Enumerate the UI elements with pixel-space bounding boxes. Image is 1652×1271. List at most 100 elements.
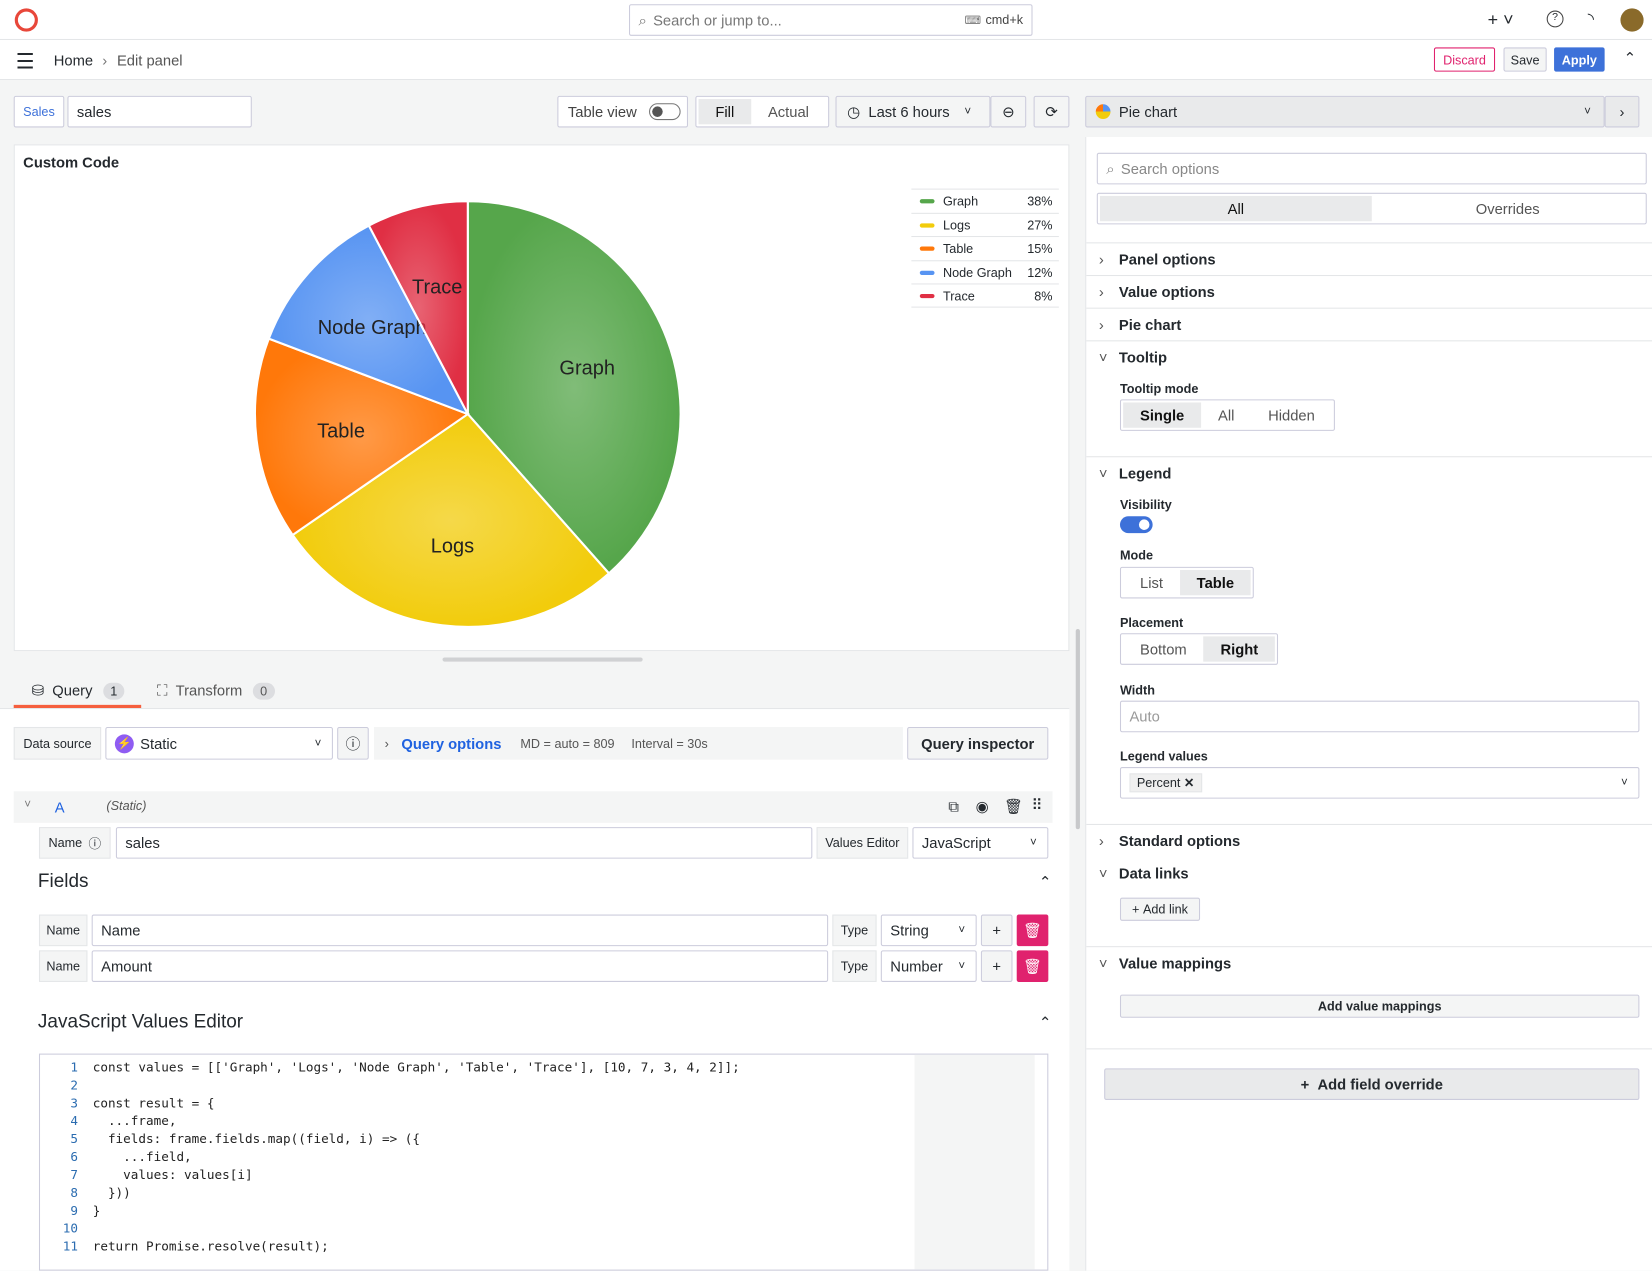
tooltip-mode-radio: Single All Hidden xyxy=(1119,399,1335,431)
add-field-override-button[interactable]: + Add field override xyxy=(1104,1068,1640,1100)
code-editor[interactable]: 1 const values = [['Graph', 'Logs', 'Node… xyxy=(38,1053,1049,1271)
tab-all[interactable]: All xyxy=(1099,195,1372,222)
discard-button[interactable]: Discard xyxy=(1433,47,1496,72)
legend-color-swatch xyxy=(919,246,935,251)
panel-name-input[interactable]: sales xyxy=(67,95,252,128)
resize-handle[interactable] xyxy=(442,657,643,662)
legend-item[interactable]: Logs 27% xyxy=(911,212,1059,236)
add-value-mappings-button[interactable]: Add value mappings xyxy=(1119,994,1640,1018)
section-tooltip[interactable]: ˅ Tooltip xyxy=(1086,340,1652,373)
delete-field-button[interactable]: 🗑 xyxy=(1016,950,1049,982)
legend-item[interactable]: Graph 38% xyxy=(911,188,1059,213)
code-line: ...field, xyxy=(92,1149,192,1165)
pie-chart: Graph Logs Table Node Graph Trace xyxy=(253,200,682,628)
line-number: 2 xyxy=(70,1077,78,1093)
datasource-help-button[interactable]: ⓘ xyxy=(337,726,369,760)
section-pie-chart[interactable]: › Pie chart xyxy=(1086,307,1652,341)
code-line: })) xyxy=(92,1185,131,1201)
zoom-out-button[interactable]: ⊖ xyxy=(990,95,1027,128)
legend-item[interactable]: Trace 8% xyxy=(911,283,1059,308)
apply-button[interactable]: Apply xyxy=(1554,47,1605,72)
fill-actual-switch: Fill Actual xyxy=(695,95,829,128)
section-legend[interactable]: ˅ Legend xyxy=(1086,456,1652,489)
query-options[interactable]: › Query options MD = auto = 809 Interval … xyxy=(374,726,903,760)
lightning-icon: ⚡ xyxy=(114,733,134,753)
field-type-select[interactable]: Number ˅ xyxy=(880,950,977,982)
collapse-fields-icon[interactable]: ⌃ xyxy=(1039,873,1051,891)
chevron-right-icon: › xyxy=(384,735,389,751)
collapse-icon[interactable]: ⌃ xyxy=(1624,50,1636,68)
add-field-button[interactable]: + xyxy=(980,950,1013,982)
legend-item[interactable]: Node Graph 12% xyxy=(911,259,1059,284)
values-editor-select[interactable]: JavaScript ˅ xyxy=(912,827,1049,859)
query-inspector-button[interactable]: Query inspector xyxy=(907,726,1049,760)
table-view-toggle[interactable]: Table view xyxy=(557,95,689,128)
field-name-label: Name xyxy=(38,950,88,982)
delete-field-button[interactable]: 🗑 xyxy=(1016,914,1049,947)
toggle-switch[interactable] xyxy=(649,103,682,121)
legend-color-swatch xyxy=(919,270,935,275)
avatar[interactable] xyxy=(1620,8,1644,32)
add-link-button[interactable]: + Add link xyxy=(1119,897,1201,921)
datasource-tag: Sales xyxy=(13,95,65,128)
duplicate-icon[interactable]: ⧉ xyxy=(948,798,959,816)
help-icon[interactable]: ? xyxy=(1546,10,1564,28)
scrollbar[interactable] xyxy=(1075,628,1080,830)
remove-tag-icon[interactable]: ✕ xyxy=(1184,775,1195,790)
tab-query[interactable]: ⛁ Query 1 xyxy=(13,674,142,709)
minimap[interactable] xyxy=(914,1054,1035,1270)
search-bar[interactable]: ⌕ Search or jump to... ⌨ cmd+k xyxy=(628,4,1033,36)
tab-overrides[interactable]: Overrides xyxy=(1372,196,1644,221)
collapse-js-icon[interactable]: ⌃ xyxy=(1039,1014,1051,1032)
save-button[interactable]: Save xyxy=(1503,47,1547,72)
field-name-input[interactable]: Amount xyxy=(91,950,829,982)
options-pane-toggle[interactable]: › xyxy=(1604,95,1640,128)
search-options-input[interactable]: ⌕ Search options xyxy=(1096,152,1647,185)
section-data-links[interactable]: ˅ Data links xyxy=(1086,858,1652,890)
grafana-logo[interactable] xyxy=(14,8,38,32)
line-number: 9 xyxy=(70,1203,78,1218)
chevron-down-icon: ˅ xyxy=(958,924,966,937)
query-name-input[interactable]: sales xyxy=(115,827,813,859)
news-icon[interactable]: ◝ xyxy=(1588,9,1594,29)
field-type-label: Type xyxy=(832,914,877,947)
drag-handle-icon[interactable]: ⠿ xyxy=(1031,797,1042,815)
pie-label: Node Graph xyxy=(318,317,427,339)
trash-icon[interactable]: 🗑 xyxy=(1004,798,1023,816)
section-value-options[interactable]: › Value options xyxy=(1086,274,1652,308)
query-datasource-hint: (Static) xyxy=(106,798,147,814)
add-icon[interactable]: + ˅ xyxy=(1488,9,1514,30)
legend-width-input[interactable]: Auto xyxy=(1119,700,1640,733)
field-name-input[interactable]: Name xyxy=(91,914,829,947)
legend-color-swatch xyxy=(919,199,935,204)
collapse-icon[interactable]: ˅ xyxy=(24,799,31,812)
section-standard-options[interactable]: › Standard options xyxy=(1086,823,1652,857)
menu-icon[interactable]: ☰ xyxy=(16,48,35,74)
breadcrumb-home[interactable]: Home xyxy=(54,52,93,69)
line-number: 11 xyxy=(62,1239,78,1254)
legend-item[interactable]: Table 15% xyxy=(911,236,1059,260)
section-panel-options[interactable]: › Panel options xyxy=(1086,242,1652,275)
clock-icon: ◷ xyxy=(847,102,860,120)
time-picker[interactable]: ◷ Last 6 hours ˅ xyxy=(835,95,991,128)
legend-values-select[interactable]: Percent ✕ ˅ xyxy=(1119,767,1640,799)
line-number: 8 xyxy=(70,1185,78,1201)
legend-color-swatch xyxy=(919,222,935,228)
pie-label: Table xyxy=(317,420,365,442)
datasource-picker[interactable]: ⚡ Static ˅ xyxy=(105,726,333,760)
query-refid[interactable]: A xyxy=(55,799,65,816)
legend-visibility-toggle[interactable] xyxy=(1119,516,1153,534)
fill-option[interactable]: Fill xyxy=(698,99,752,125)
add-field-button[interactable]: + xyxy=(980,914,1013,947)
pie-chart-icon xyxy=(1095,104,1111,120)
tab-transform[interactable]: ⛶ Transform 0 xyxy=(157,682,275,700)
actual-option[interactable]: Actual xyxy=(751,99,826,124)
visualization-picker[interactable]: Pie chart ˅ xyxy=(1085,95,1605,128)
eye-icon[interactable]: ◉ xyxy=(976,798,989,816)
refresh-button[interactable]: ⟳ xyxy=(1033,95,1070,128)
database-icon: ⛁ xyxy=(31,681,44,699)
chevron-down-icon: ˅ xyxy=(1029,836,1037,850)
section-value-mappings[interactable]: ˅ Value mappings xyxy=(1086,946,1652,979)
line-number: 1 xyxy=(70,1059,78,1075)
field-type-select[interactable]: String ˅ xyxy=(880,914,977,947)
